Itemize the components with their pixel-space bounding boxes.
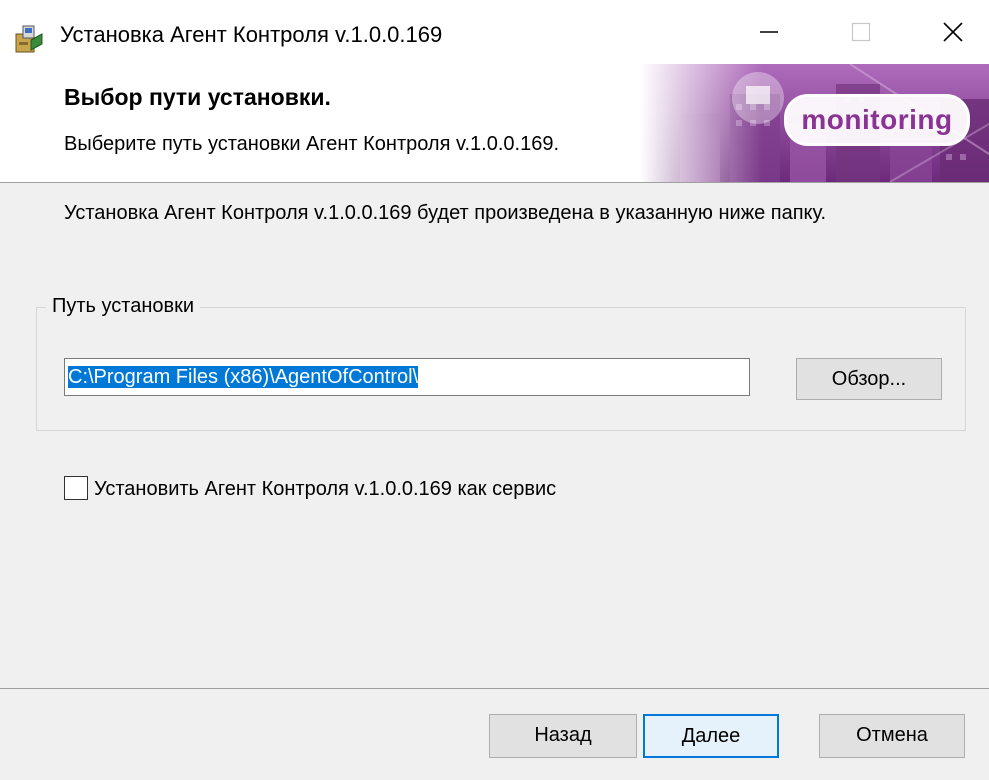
install-path-input[interactable]: C:\Program Files (x86)\AgentOfControl\ bbox=[64, 358, 750, 396]
browse-button[interactable]: Обзор... bbox=[796, 358, 942, 400]
installer-package-icon bbox=[15, 25, 43, 53]
install-path-selected-text: C:\Program Files (x86)\AgentOfControl\ bbox=[68, 366, 419, 388]
install-as-service-checkbox[interactable] bbox=[64, 476, 88, 500]
window-title: Установка Агент Контроля v.1.0.0.169 bbox=[60, 22, 443, 47]
back-button[interactable]: Назад bbox=[489, 714, 637, 758]
install-info-text: Установка Агент Контроля v.1.0.0.169 буд… bbox=[64, 202, 827, 224]
title-bar[interactable]: Установка Агент Контроля v.1.0.0.169 bbox=[0, 0, 989, 64]
install-path-group-label: Путь установки bbox=[46, 291, 201, 321]
minimize-icon bbox=[760, 31, 778, 33]
close-button[interactable] bbox=[917, 0, 989, 64]
installer-window: Установка Агент Контроля v.1.0.0.169 Выб… bbox=[0, 0, 989, 780]
minimize-button[interactable] bbox=[733, 0, 805, 64]
close-icon bbox=[943, 22, 963, 42]
page-subtitle: Выберите путь установки Агент Контроля v… bbox=[64, 133, 560, 155]
cancel-button[interactable]: Отмена bbox=[819, 714, 965, 758]
page-title: Выбор пути установки. bbox=[64, 84, 331, 110]
install-as-service-label[interactable]: Установить Агент Контроля v.1.0.0.169 ка… bbox=[94, 473, 556, 505]
maximize-button[interactable] bbox=[825, 0, 897, 64]
maximize-icon bbox=[851, 22, 871, 42]
monitoring-logo: monitoring bbox=[784, 94, 970, 146]
footer-separator bbox=[0, 688, 989, 689]
wizard-header: Выбор пути установки. Выберите путь уста… bbox=[0, 64, 989, 183]
next-button[interactable]: Далее bbox=[643, 714, 779, 758]
